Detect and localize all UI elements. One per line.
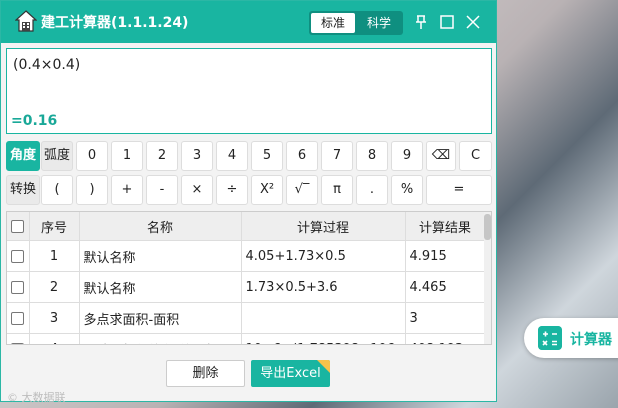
- key-radian[interactable]: 弧度: [41, 141, 73, 171]
- key-8[interactable]: 8: [356, 141, 388, 171]
- key-multiply[interactable]: ×: [181, 175, 213, 205]
- window-title: 建工计算器(1.1.1.24): [41, 15, 189, 31]
- key-4[interactable]: 4: [216, 141, 248, 171]
- table-row[interactable]: 1 默认名称 4.05+1.73×0.5 4.915: [7, 240, 486, 272]
- tab-standard[interactable]: 标准: [311, 13, 355, 33]
- header-result: 计算结果: [405, 212, 486, 241]
- badge-corner: [317, 360, 330, 373]
- row-checkbox[interactable]: [7, 240, 30, 272]
- row-process[interactable]: 4.05+1.73×0.5: [241, 240, 406, 272]
- key-degree[interactable]: 角度: [6, 141, 40, 171]
- maximize-icon[interactable]: [437, 12, 457, 32]
- key-backspace[interactable]: ⌫: [426, 141, 456, 171]
- key-convert[interactable]: 转换: [6, 175, 40, 205]
- key-close-paren[interactable]: ): [76, 175, 108, 205]
- row-checkbox[interactable]: [7, 271, 30, 303]
- close-icon[interactable]: [463, 12, 483, 32]
- key-7[interactable]: 7: [321, 141, 353, 171]
- key-plus[interactable]: +: [111, 175, 143, 205]
- table-row[interactable]: 2 默认名称 1.73×0.5+3.6 4.465: [7, 271, 486, 303]
- key-5[interactable]: 5: [251, 141, 283, 171]
- row-index: 3: [29, 302, 80, 334]
- key-9[interactable]: 9: [391, 141, 423, 171]
- row-checkbox[interactable]: [7, 302, 30, 334]
- row-result: 4.915: [405, 240, 486, 272]
- house-icon: [15, 10, 37, 32]
- select-all-checkbox[interactable]: [7, 212, 30, 241]
- key-clear[interactable]: C: [459, 141, 492, 171]
- table-row[interactable]: 3 多点求面积-面积 3: [7, 302, 486, 334]
- key-percent[interactable]: %: [391, 175, 423, 205]
- row-process[interactable]: 1.73×0.5+3.6: [241, 271, 406, 303]
- title-bar: 建工计算器(1.1.1.24) 标准 科学: [1, 1, 496, 43]
- row-index: 1: [29, 240, 80, 272]
- table-scrollbar[interactable]: [484, 212, 491, 344]
- history-table: 序号 名称 计算过程 计算结果 1 默认名称 4.05+1.73×0.5 4.9…: [6, 211, 492, 345]
- row-index: 2: [29, 271, 80, 303]
- floating-calculator-button[interactable]: 计算器: [524, 318, 618, 358]
- export-excel-label: 导出Excel: [260, 366, 321, 381]
- key-2[interactable]: 2: [146, 141, 178, 171]
- key-open-paren[interactable]: (: [41, 175, 73, 205]
- pin-icon[interactable]: [411, 12, 431, 32]
- row-index: 4: [29, 333, 80, 344]
- mode-toggle: 标准 科学: [309, 11, 403, 35]
- key-1[interactable]: 1: [111, 141, 143, 171]
- key-6[interactable]: 6: [286, 141, 318, 171]
- key-equals[interactable]: =: [426, 175, 492, 205]
- export-excel-button[interactable]: 导出Excel: [251, 360, 330, 387]
- table-row[interactable]: 4 圆端形杆件体积 总混凝 10÷6×(1.785398+106 408.193: [7, 333, 486, 344]
- result-text: =0.16: [11, 113, 58, 129]
- key-sqrt[interactable]: √‾: [286, 175, 318, 205]
- row-name[interactable]: 圆端形杆件体积 总混凝: [79, 333, 242, 344]
- row-process[interactable]: 10÷6×(1.785398+106: [241, 333, 406, 344]
- row-name[interactable]: 默认名称: [79, 271, 242, 303]
- row-name[interactable]: 默认名称: [79, 240, 242, 272]
- key-divide[interactable]: ÷: [216, 175, 248, 205]
- key-minus[interactable]: -: [146, 175, 178, 205]
- key-square[interactable]: X²: [251, 175, 283, 205]
- delete-button[interactable]: 删除: [166, 360, 245, 387]
- key-pi[interactable]: π: [321, 175, 353, 205]
- key-decimal[interactable]: .: [356, 175, 388, 205]
- row-result: 408.193: [405, 333, 486, 344]
- table-header-row: 序号 名称 计算过程 计算结果: [7, 212, 486, 241]
- calculator-icon: [538, 326, 562, 350]
- header-index: 序号: [29, 212, 80, 241]
- row-result: 3: [405, 302, 486, 334]
- row-result: 4.465: [405, 271, 486, 303]
- row-name[interactable]: 多点求面积-面积: [79, 302, 242, 334]
- calculator-window: 建工计算器(1.1.1.24) 标准 科学 (0.4×0.4) =0.16 角度…: [0, 0, 497, 404]
- expression-text: (0.4×0.4): [13, 57, 81, 73]
- header-name: 名称: [79, 212, 242, 241]
- row-checkbox[interactable]: [7, 333, 30, 344]
- calculator-display[interactable]: (0.4×0.4) =0.16: [6, 48, 492, 134]
- floating-label: 计算器: [570, 332, 612, 348]
- tab-science[interactable]: 科学: [357, 13, 401, 33]
- key-3[interactable]: 3: [181, 141, 213, 171]
- watermark-text: © 大数据联: [7, 391, 66, 404]
- key-0[interactable]: 0: [76, 141, 108, 171]
- header-process: 计算过程: [241, 212, 406, 241]
- row-process[interactable]: [241, 302, 406, 334]
